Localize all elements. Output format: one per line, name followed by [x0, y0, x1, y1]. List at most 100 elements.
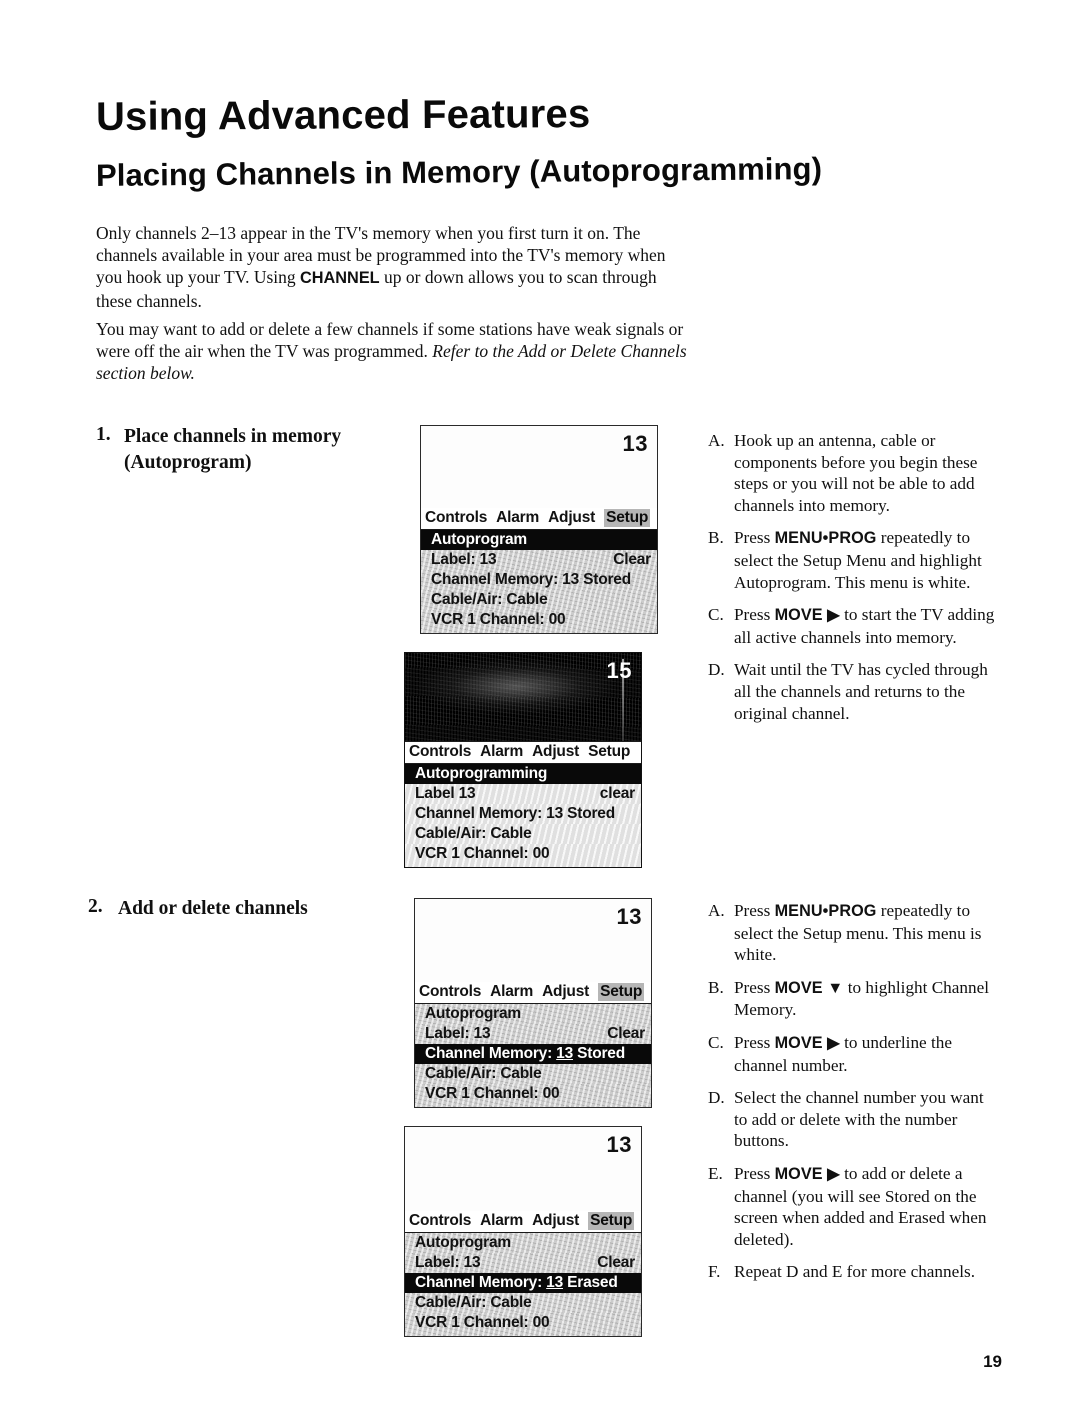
menu-tab-setup[interactable]: Setup	[588, 743, 630, 761]
menu-row-value: Clear	[607, 1025, 645, 1042]
menu-row-label: VCR 1 Channel: 00	[415, 845, 550, 862]
instruction-text-a: Press	[734, 1032, 775, 1052]
instruction-item: B. Press MOVE ▼ to highlight Channel Mem…	[708, 977, 998, 1021]
step-2-instructions: A. Press MENU•PROG repeatedly to select …	[708, 900, 998, 1294]
instruction-text-a: Press	[734, 528, 775, 548]
instruction-letter: A.	[708, 901, 725, 920]
menu-tab-setup[interactable]: Setup	[588, 1212, 635, 1230]
menu-row-channel-memory[interactable]: Channel Memory: 13 Stored	[415, 1044, 651, 1064]
instruction-item: C. Press MOVE ▶ to start the TV adding a…	[708, 604, 998, 648]
instruction-letter: D.	[708, 1088, 725, 1108]
instruction-text-a: Press	[734, 1163, 775, 1183]
instruction-text-a: Repeat D and E for more channels.	[734, 1262, 976, 1282]
page-subtitle: Placing Channels in Memory (Autoprogramm…	[95, 150, 823, 193]
menu-row-vcr-channel[interactable]: VCR 1 Channel: 00	[405, 1313, 641, 1336]
menu-row-label: Autoprogram	[431, 531, 527, 548]
menu-row-channel-memory[interactable]: Channel Memory: 13 Stored	[421, 570, 657, 590]
instruction-text-a: Press	[734, 605, 775, 625]
menu-row-label: Channel Memory: 13 Stored	[431, 571, 631, 588]
menu-row-autoprogramming[interactable]: Autoprogramming	[405, 764, 641, 784]
menu-row-label: Label: 13	[431, 551, 497, 568]
step-1-label: Place channels in memory (Autoprogram)	[124, 426, 342, 473]
menu-tab-adjust[interactable]: Adjust	[548, 509, 595, 527]
menu-row-label: VCR 1 Channel: 00	[415, 1314, 550, 1331]
menu-row-channel-memory[interactable]: Channel Memory: 13 Stored	[405, 804, 641, 824]
menu-tab-alarm[interactable]: Alarm	[480, 1212, 523, 1230]
menu-row-cable-air[interactable]: Cable/Air: Cable	[405, 824, 641, 844]
menu-tab-controls[interactable]: Controls	[409, 743, 471, 761]
menu-row-label-channel[interactable]: Label 13 clear	[405, 784, 641, 804]
instruction-text: Hook up an antenna, cable or components …	[734, 430, 998, 516]
menu-row-label: Label 13	[415, 785, 476, 802]
menu-row-cable-air[interactable]: Cable/Air: Cable	[415, 1064, 651, 1084]
channel-keyword: CHANNEL	[300, 269, 380, 288]
menu-row-autoprogram[interactable]: Autoprogram	[415, 1004, 651, 1024]
menu-row-channel-memory[interactable]: Channel Memory: 13 Erased	[405, 1273, 641, 1293]
instruction-letter: C.	[708, 605, 724, 625]
menu-tab-adjust[interactable]: Adjust	[532, 1212, 579, 1230]
instruction-text: Press MOVE ▼ to highlight Channel Memory…	[734, 977, 998, 1021]
menu-tab-controls[interactable]: Controls	[409, 1212, 471, 1230]
tv-screen-2-menubar: Controls Alarm Adjust Setup	[405, 741, 641, 764]
instruction-text: Press MENU•PROG repeatedly to select the…	[734, 900, 998, 966]
menu-tab-alarm[interactable]: Alarm	[496, 509, 539, 527]
tv-screen-3-channel-number: 13	[616, 904, 642, 929]
menu-tab-controls[interactable]: Controls	[419, 983, 481, 1001]
manual-page: Using Advanced Features Placing Channels…	[0, 0, 1080, 1421]
instruction-letter: B.	[708, 977, 724, 997]
instruction-text: Repeat D and E for more channels.	[734, 1261, 998, 1283]
instruction-letter: A.	[708, 431, 725, 450]
instruction-item: D. Wait until the TV has cycled through …	[708, 659, 998, 724]
button-name-menu-prog: MENU•PROG	[774, 902, 877, 920]
intro-paragraph-1: Only channels 2–13 appear in the TV's me…	[96, 222, 696, 313]
menu-tab-alarm[interactable]: Alarm	[490, 983, 533, 1001]
menu-row-label: Cable/Air: Cable	[415, 825, 532, 842]
tv-screen-4-menubar: Controls Alarm Adjust Setup	[405, 1211, 641, 1233]
menu-row-label: VCR 1 Channel: 00	[425, 1085, 560, 1102]
menu-row-vcr-channel[interactable]: VCR 1 Channel: 00	[415, 1084, 651, 1107]
instruction-text: Press MOVE ▶ to underline the channel nu…	[734, 1032, 998, 1076]
instruction-letter: B.	[708, 528, 724, 548]
menu-tab-alarm[interactable]: Alarm	[480, 743, 523, 761]
menu-row-label: Channel Memory: 13 Stored	[415, 805, 615, 822]
menu-row-label: Label: 13	[425, 1025, 491, 1042]
instruction-text-a: Press	[734, 977, 775, 997]
menu-row-label: Cable/Air: Cable	[431, 591, 548, 608]
step-2-number: 2.	[88, 896, 103, 917]
menu-tab-setup[interactable]: Setup	[604, 509, 651, 527]
instruction-letter: D.	[708, 660, 725, 680]
instruction-text: Select the channel number you want to ad…	[734, 1087, 998, 1152]
instruction-text: Press MENU•PROG repeatedly to select the…	[734, 527, 998, 593]
menu-row-label: Cable/Air: Cable	[415, 1294, 532, 1311]
step-1-number: 1.	[96, 424, 111, 445]
instruction-item: B. Press MENU•PROG repeatedly to select …	[708, 527, 998, 593]
menu-row-vcr-channel[interactable]: VCR 1 Channel: 00	[405, 844, 641, 867]
menu-tab-adjust[interactable]: Adjust	[532, 743, 579, 761]
menu-row-vcr-channel[interactable]: VCR 1 Channel: 00	[421, 610, 657, 633]
menu-row-label-channel[interactable]: Label: 13 Clear	[405, 1253, 641, 1273]
instruction-text-a: Select the channel number you want to ad…	[734, 1088, 984, 1151]
instruction-item: C. Press MOVE ▶ to underline the channel…	[708, 1032, 998, 1076]
instruction-text: Press MOVE ▶ to start the TV adding all …	[734, 604, 998, 648]
menu-row-cable-air[interactable]: Cable/Air: Cable	[421, 590, 657, 610]
instruction-text: Press MOVE ▶ to add or delete a channel …	[734, 1163, 998, 1250]
menu-row-autoprogram[interactable]: Autoprogram	[405, 1233, 641, 1253]
menu-tab-controls[interactable]: Controls	[425, 509, 487, 527]
tv-screen-1-video-area: 13	[421, 426, 657, 508]
tv-screen-1-menubar: Controls Alarm Adjust Setup	[421, 508, 657, 530]
instruction-letter: F.	[708, 1262, 721, 1282]
tv-screen-4: 13 Controls Alarm Adjust Setup Autoprogr…	[404, 1126, 642, 1337]
tv-screen-4-channel-number: 13	[606, 1132, 632, 1157]
menu-row-label-channel[interactable]: Label: 13 Clear	[415, 1024, 651, 1044]
instruction-text-a: Hook up an antenna, cable or components …	[734, 431, 978, 515]
instruction-item: F. Repeat D and E for more channels.	[708, 1261, 998, 1283]
step-1-instructions: A. Hook up an antenna, cable or componen…	[708, 430, 998, 735]
menu-row-label-channel[interactable]: Label: 13 Clear	[421, 550, 657, 570]
menu-row-label: Autoprogram	[425, 1005, 521, 1022]
menu-row-autoprogram[interactable]: Autoprogram	[421, 530, 657, 550]
menu-row-cable-air[interactable]: Cable/Air: Cable	[405, 1293, 641, 1313]
instruction-letter: E.	[708, 1163, 723, 1183]
menu-tab-adjust[interactable]: Adjust	[542, 983, 589, 1001]
menu-row-label: VCR 1 Channel: 00	[431, 611, 566, 628]
menu-tab-setup[interactable]: Setup	[598, 983, 645, 1001]
